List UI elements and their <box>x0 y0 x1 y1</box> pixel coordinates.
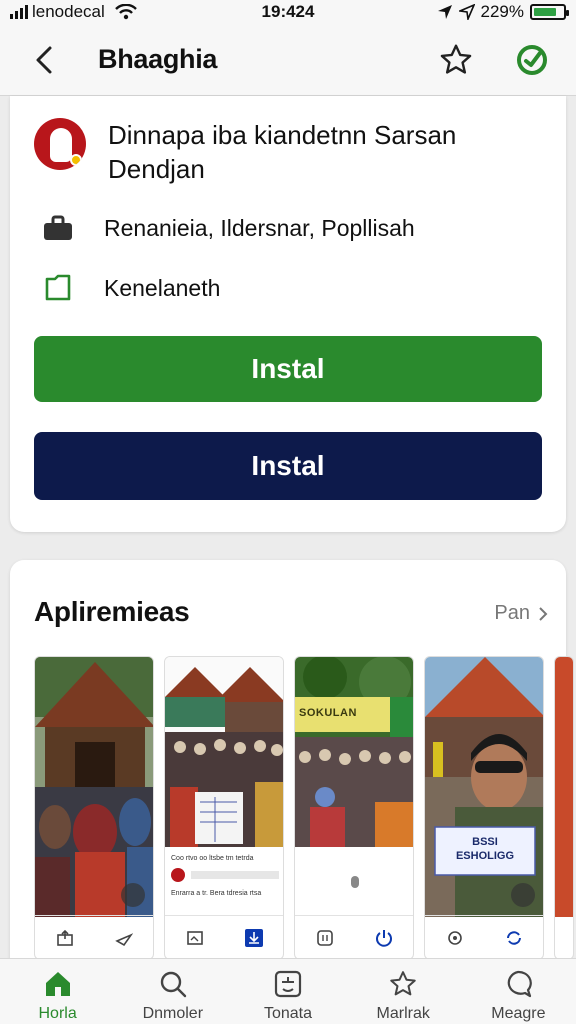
install-button[interactable]: Instal <box>34 336 542 402</box>
status-left: lenodecal <box>10 2 137 22</box>
app-header: Bhaaghia <box>0 24 576 96</box>
back-button[interactable] <box>24 40 64 80</box>
screenshot-image <box>35 657 153 917</box>
install-button-secondary[interactable]: Instal <box>34 432 542 500</box>
avatar <box>171 868 185 882</box>
send-icon[interactable] <box>113 927 135 949</box>
nav-label: Dnmoler <box>142 1005 204 1022</box>
screenshot-caption: Enrarra a tr. Bera tdresia rtsa <box>171 890 262 897</box>
app-logo <box>34 118 86 170</box>
bottom-navigation: Horla Dnmoler Tonata Marlrak Meagre <box>0 958 576 1024</box>
screenshot-thumbnail[interactable]: BSSI ESHOLIGG <box>424 656 544 960</box>
nav-item-messages[interactable]: Meagre <box>461 959 576 1024</box>
location-arrow-icon <box>458 4 475 20</box>
screenshot-toolbar <box>295 915 413 959</box>
carrier-name: lenodecal <box>32 2 105 21</box>
category-icon <box>42 272 74 304</box>
screenshots-card: Apliremieas Pan Coo rtvo oo ltsbe tm tet… <box>10 560 574 980</box>
status-bar: lenodecal 19:424 229% <box>0 0 576 24</box>
download-icon[interactable] <box>243 927 265 949</box>
briefcase-icon <box>42 212 74 244</box>
gallery-icon[interactable] <box>184 927 206 949</box>
battery-icon <box>530 4 569 20</box>
sync-icon[interactable] <box>503 927 525 949</box>
see-more-link[interactable]: Pan <box>494 602 548 625</box>
card-text: BSSI <box>472 836 498 848</box>
app-name: Dinnapa iba kiandetnn Sarsan Dendjan <box>108 120 457 184</box>
nav-label: Marlrak <box>376 1005 430 1022</box>
nav-label: Meagre <box>491 1005 546 1022</box>
record-dot <box>351 876 359 888</box>
section-title: Apliremieas <box>34 596 190 627</box>
app-title-row: Dinnapa iba kiandetnn Sarsan Dendjan <box>34 118 508 186</box>
screenshot-thumbnail[interactable] <box>34 656 154 960</box>
see-more-label: Pan <box>494 602 530 624</box>
chat-icon <box>503 969 533 999</box>
publisher-row: Renanieia, Ildersnar, Popllisah <box>42 212 415 244</box>
screenshot-toolbar <box>35 915 153 959</box>
nav-item-apps[interactable]: Tonata <box>230 959 345 1024</box>
home-icon <box>43 969 73 999</box>
status-right: 229% <box>437 2 569 22</box>
search-icon <box>158 969 188 999</box>
settings-icon[interactable] <box>444 927 466 949</box>
app-info-card: Dinnapa iba kiandetnn Sarsan Dendjan Ren… <box>10 96 566 532</box>
refresh-button[interactable] <box>512 40 552 80</box>
refresh-icon <box>517 44 547 75</box>
page-title: Bhaaghia <box>98 44 218 74</box>
wifi-icon <box>114 4 137 20</box>
screenshot-toolbar <box>165 915 283 959</box>
nav-label: Tonata <box>263 1005 313 1022</box>
header-actions <box>436 40 552 80</box>
screenshot-caption: Coo rtvo oo ltsbe tm tetrda <box>171 855 254 862</box>
battery-level <box>534 8 557 16</box>
screenshot-banner: SOKULAN <box>299 707 357 719</box>
battery-percent: 229% <box>480 2 524 21</box>
screenshot-image: SOKULAN <box>295 657 413 917</box>
star-icon <box>388 969 418 999</box>
favorite-button[interactable] <box>436 40 476 80</box>
category-row: Kenelaneth <box>42 272 220 304</box>
screenshot-toolbar <box>425 915 543 959</box>
screenshot-image: BSSI ESHOLIGG <box>425 657 543 917</box>
category-text: Kenelaneth <box>104 274 221 301</box>
publisher-text: Renanieia, Ildersnar, Popllisah <box>104 214 415 241</box>
back-chevron-icon <box>36 46 52 73</box>
screenshot-thumbnail[interactable] <box>554 656 574 960</box>
share-icon[interactable] <box>54 927 76 949</box>
star-icon <box>440 44 472 74</box>
screenshot-thumbnail[interactable]: Coo rtvo oo ltsbe tm tetrda Enrarra a tr… <box>164 656 284 960</box>
nav-label: Horla <box>38 1005 77 1022</box>
save-icon[interactable] <box>314 927 336 949</box>
chevron-right-icon <box>539 606 548 621</box>
power-icon[interactable] <box>373 927 395 949</box>
screenshot-image: Coo rtvo oo ltsbe tm tetrda Enrarra a tr… <box>165 657 283 917</box>
signal-icon <box>10 5 28 19</box>
location-arrow-icon <box>437 4 453 20</box>
nav-item-home[interactable]: Horla <box>0 959 115 1024</box>
nav-item-search[interactable]: Dnmoler <box>115 959 230 1024</box>
apps-icon <box>273 969 303 999</box>
nav-item-bookmarks[interactable]: Marlrak <box>346 959 461 1024</box>
card-text: ESHOLIGG <box>455 850 515 862</box>
screenshot-thumbnail[interactable]: SOKULAN <box>294 656 414 960</box>
